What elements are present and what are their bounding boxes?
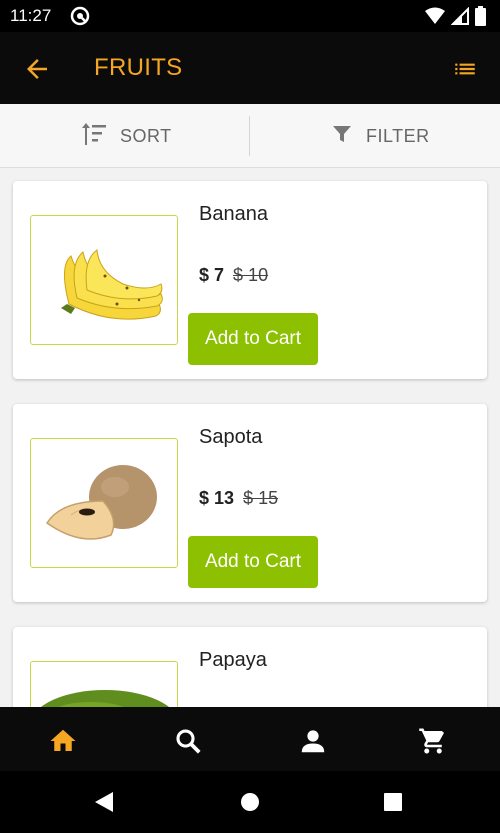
product-name: Sapota — [199, 426, 263, 448]
product-image-sapota[interactable] — [30, 438, 178, 568]
bottom-nav — [0, 707, 500, 771]
home-icon[interactable] — [48, 726, 78, 756]
search-icon[interactable] — [173, 726, 203, 756]
sort-icon — [80, 121, 108, 152]
product-price: $ 7 — [199, 265, 225, 285]
price-row: $ 13 $ 15 — [199, 488, 278, 509]
sort-filter-bar: SORT FILTER — [0, 104, 500, 168]
filter-button[interactable]: FILTER — [330, 104, 430, 168]
sort-label: SORT — [120, 125, 172, 146]
add-to-cart-button[interactable]: Add to Cart — [188, 536, 318, 588]
product-card[interactable]: Sapota $ 13 $ 15 Add to Cart — [13, 404, 487, 602]
filter-icon — [330, 121, 354, 152]
signal-icon — [450, 6, 469, 30]
person-icon[interactable] — [298, 726, 328, 756]
list-view-icon[interactable] — [452, 56, 478, 82]
recents-square-icon[interactable] — [383, 792, 403, 817]
cart-icon[interactable] — [418, 726, 448, 756]
divider — [249, 116, 250, 156]
app-bar: FRUITS — [0, 32, 500, 104]
page-title: FRUITS — [94, 54, 183, 81]
price-row: $ 7 $ 10 — [199, 265, 268, 286]
product-card[interactable]: Banana $ 7 $ 10 Add to Cart — [13, 181, 487, 379]
sort-button[interactable]: SORT — [80, 104, 172, 168]
battery-icon — [475, 6, 486, 31]
filter-label: FILTER — [366, 125, 430, 146]
home-circle-icon[interactable] — [240, 792, 260, 817]
status-bar: 11:27 — [0, 0, 500, 32]
product-old-price: $ 15 — [243, 488, 279, 508]
add-to-cart-button[interactable]: Add to Cart — [188, 313, 318, 365]
product-image-banana[interactable] — [30, 215, 178, 345]
status-time: 11:27 — [10, 6, 52, 25]
back-arrow-icon[interactable] — [22, 54, 52, 84]
notification-icon — [70, 6, 90, 31]
product-name: Banana — [199, 203, 268, 225]
back-triangle-icon[interactable] — [93, 791, 115, 818]
product-price: $ 13 — [199, 488, 235, 508]
product-name: Papaya — [199, 649, 267, 671]
wifi-icon — [425, 7, 445, 30]
product-old-price: $ 10 — [233, 265, 269, 285]
system-nav-bar — [0, 771, 500, 833]
